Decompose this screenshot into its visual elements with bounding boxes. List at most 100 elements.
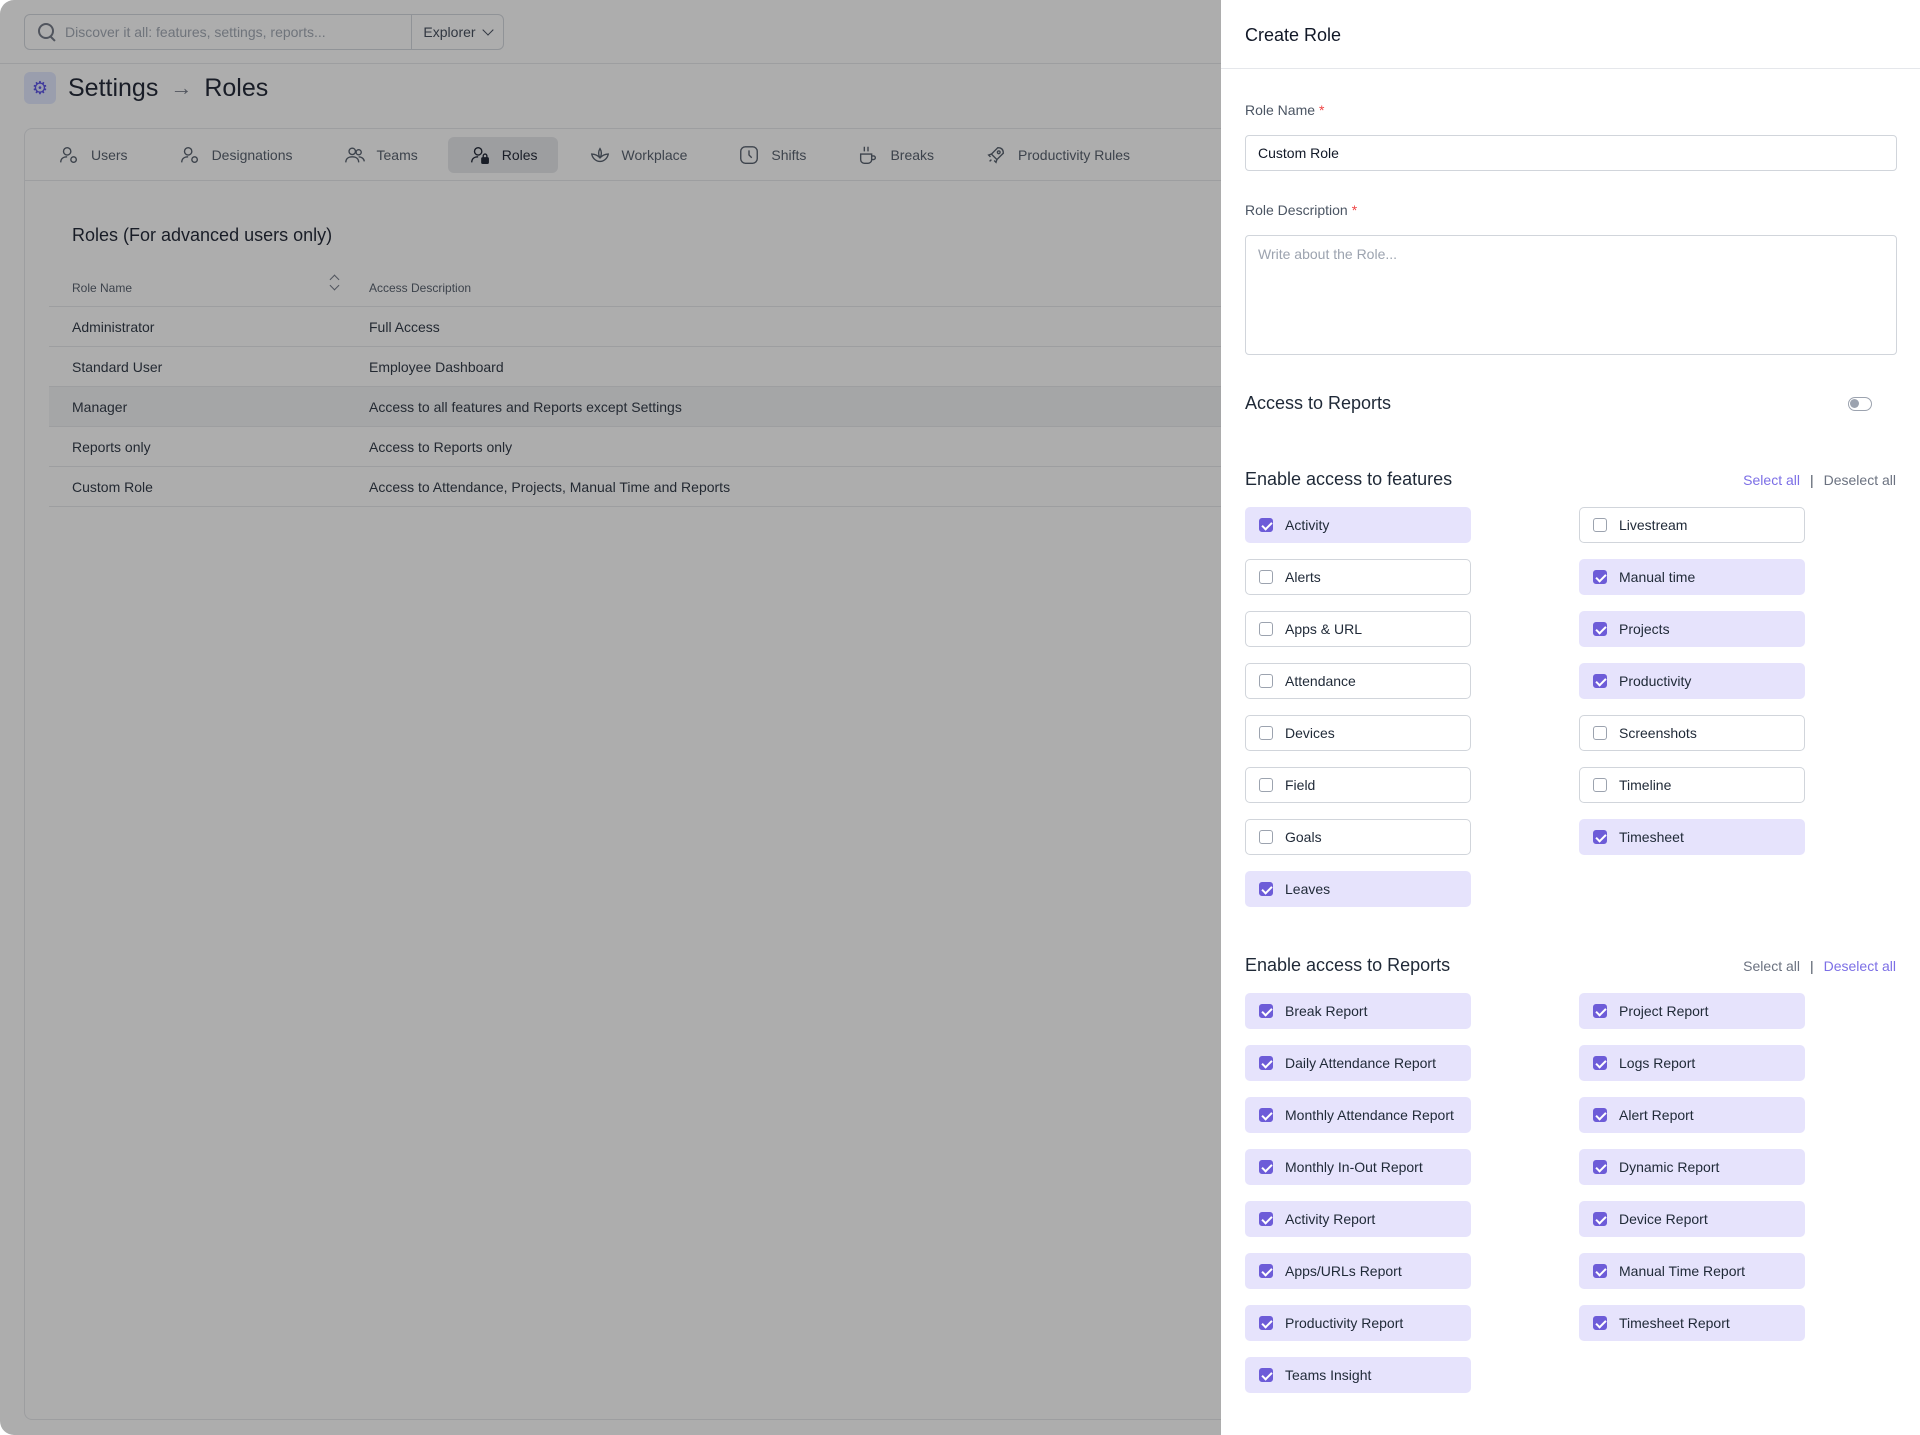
checkbox[interactable] [1259, 518, 1273, 532]
features-option-screenshots[interactable]: Screenshots [1579, 715, 1805, 751]
access-to-reports-toggle[interactable] [1848, 397, 1872, 411]
reports-option-activity-report[interactable]: Activity Report [1245, 1201, 1471, 1237]
checkbox[interactable] [1259, 1108, 1273, 1122]
reports-option-productivity-report[interactable]: Productivity Report [1245, 1305, 1471, 1341]
checkbox[interactable] [1259, 1160, 1273, 1174]
checkbox[interactable] [1259, 1368, 1273, 1382]
checkbox[interactable] [1259, 1056, 1273, 1070]
features-option-apps-url[interactable]: Apps & URL [1245, 611, 1471, 647]
option-label: Productivity [1619, 673, 1692, 689]
option-label: Dynamic Report [1619, 1159, 1720, 1175]
modal-backdrop[interactable] [0, 0, 1221, 1435]
option-label: Manual Time Report [1619, 1263, 1746, 1279]
reports-option-logs-report[interactable]: Logs Report [1579, 1045, 1805, 1081]
checkbox[interactable] [1593, 1264, 1607, 1278]
checkbox[interactable] [1593, 1212, 1607, 1226]
option-label: Field [1285, 777, 1316, 793]
features-option-timeline[interactable]: Timeline [1579, 767, 1805, 803]
reports-option-monthly-attendance-report[interactable]: Monthly Attendance Report [1245, 1097, 1471, 1133]
role-description-input[interactable] [1245, 235, 1897, 355]
checkbox[interactable] [1593, 1004, 1607, 1018]
reports-option-apps-urls-report[interactable]: Apps/URLs Report [1245, 1253, 1471, 1289]
reports-option-device-report[interactable]: Device Report [1579, 1201, 1805, 1237]
checkbox[interactable] [1259, 778, 1273, 792]
option-label: Daily Attendance Report [1285, 1055, 1436, 1071]
checkbox[interactable] [1593, 1160, 1607, 1174]
reports-option-alert-report[interactable]: Alert Report [1579, 1097, 1805, 1133]
option-label: Activity [1285, 517, 1330, 533]
checkbox[interactable] [1259, 1264, 1273, 1278]
option-label: Devices [1285, 725, 1335, 741]
option-label: Logs Report [1619, 1055, 1696, 1071]
features-select-all[interactable]: Select all [1743, 472, 1800, 488]
checkbox[interactable] [1593, 674, 1607, 688]
option-label: Timesheet [1619, 829, 1684, 845]
checkbox[interactable] [1259, 674, 1273, 688]
checkbox[interactable] [1593, 1108, 1607, 1122]
create-role-drawer: Create Role Role Name* Role Description*… [1221, 0, 1920, 1435]
divider: | [1809, 958, 1814, 974]
checkbox[interactable] [1259, 882, 1273, 896]
option-label: Alert Report [1619, 1107, 1694, 1123]
option-label: Manual time [1619, 569, 1696, 585]
option-label: Timeline [1619, 777, 1672, 793]
features-select-controls: Select all | Deselect all [1743, 472, 1896, 488]
checkbox[interactable] [1593, 1316, 1607, 1330]
option-label: Alerts [1285, 569, 1321, 585]
checkbox[interactable] [1259, 726, 1273, 740]
features-option-timesheet[interactable]: Timesheet [1579, 819, 1805, 855]
option-label: Attendance [1285, 673, 1356, 689]
features-option-goals[interactable]: Goals [1245, 819, 1471, 855]
checkbox[interactable] [1593, 622, 1607, 636]
reports-deselect-all[interactable]: Deselect all [1824, 958, 1896, 974]
option-label: Monthly In-Out Report [1285, 1159, 1423, 1175]
reports-option-teams-insight[interactable]: Teams Insight [1245, 1357, 1471, 1393]
features-option-attendance[interactable]: Attendance [1245, 663, 1471, 699]
option-label: Goals [1285, 829, 1322, 845]
reports-option-daily-attendance-report[interactable]: Daily Attendance Report [1245, 1045, 1471, 1081]
features-option-activity[interactable]: Activity [1245, 507, 1471, 543]
option-label: Timesheet Report [1619, 1315, 1730, 1331]
reports-option-break-report[interactable]: Break Report [1245, 993, 1471, 1029]
checkbox[interactable] [1593, 1056, 1607, 1070]
checkbox[interactable] [1593, 570, 1607, 584]
option-label: Project Report [1619, 1003, 1709, 1019]
features-option-leaves[interactable]: Leaves [1245, 871, 1471, 907]
checkbox[interactable] [1259, 622, 1273, 636]
features-option-projects[interactable]: Projects [1579, 611, 1805, 647]
features-option-alerts[interactable]: Alerts [1245, 559, 1471, 595]
reports-option-dynamic-report[interactable]: Dynamic Report [1579, 1149, 1805, 1185]
option-label: Monthly Attendance Report [1285, 1107, 1454, 1123]
reports-option-project-report[interactable]: Project Report [1579, 993, 1805, 1029]
reports-select-controls: Select all | Deselect all [1743, 958, 1896, 974]
reports-option-monthly-in-out-report[interactable]: Monthly In-Out Report [1245, 1149, 1471, 1185]
checkbox[interactable] [1259, 570, 1273, 584]
features-option-productivity[interactable]: Productivity [1579, 663, 1805, 699]
option-label: Apps & URL [1285, 621, 1363, 637]
option-label: Leaves [1285, 881, 1331, 897]
reports-option-timesheet-report[interactable]: Timesheet Report [1579, 1305, 1805, 1341]
option-label: Teams Insight [1285, 1367, 1372, 1383]
checkbox[interactable] [1593, 518, 1607, 532]
features-option-devices[interactable]: Devices [1245, 715, 1471, 751]
checkbox[interactable] [1259, 1212, 1273, 1226]
features-option-manual-time[interactable]: Manual time [1579, 559, 1805, 595]
features-deselect-all[interactable]: Deselect all [1824, 472, 1896, 488]
reports-select-all[interactable]: Select all [1743, 958, 1800, 974]
checkbox[interactable] [1593, 830, 1607, 844]
role-name-label: Role Name * [1245, 102, 1325, 118]
checkbox[interactable] [1259, 1004, 1273, 1018]
option-label: Break Report [1285, 1003, 1368, 1019]
reports-option-manual-time-report[interactable]: Manual Time Report [1579, 1253, 1805, 1289]
features-option-livestream[interactable]: Livestream [1579, 507, 1805, 543]
checkbox[interactable] [1259, 1316, 1273, 1330]
option-label: Device Report [1619, 1211, 1708, 1227]
option-label: Projects [1619, 621, 1670, 637]
app-window: Explorer ⚙ Settings → Roles UsersDesigna… [0, 0, 1920, 1435]
role-name-input[interactable] [1245, 135, 1897, 171]
checkbox[interactable] [1259, 830, 1273, 844]
checkbox[interactable] [1593, 726, 1607, 740]
features-title: Enable access to features [1245, 469, 1453, 489]
features-option-field[interactable]: Field [1245, 767, 1471, 803]
checkbox[interactable] [1593, 778, 1607, 792]
